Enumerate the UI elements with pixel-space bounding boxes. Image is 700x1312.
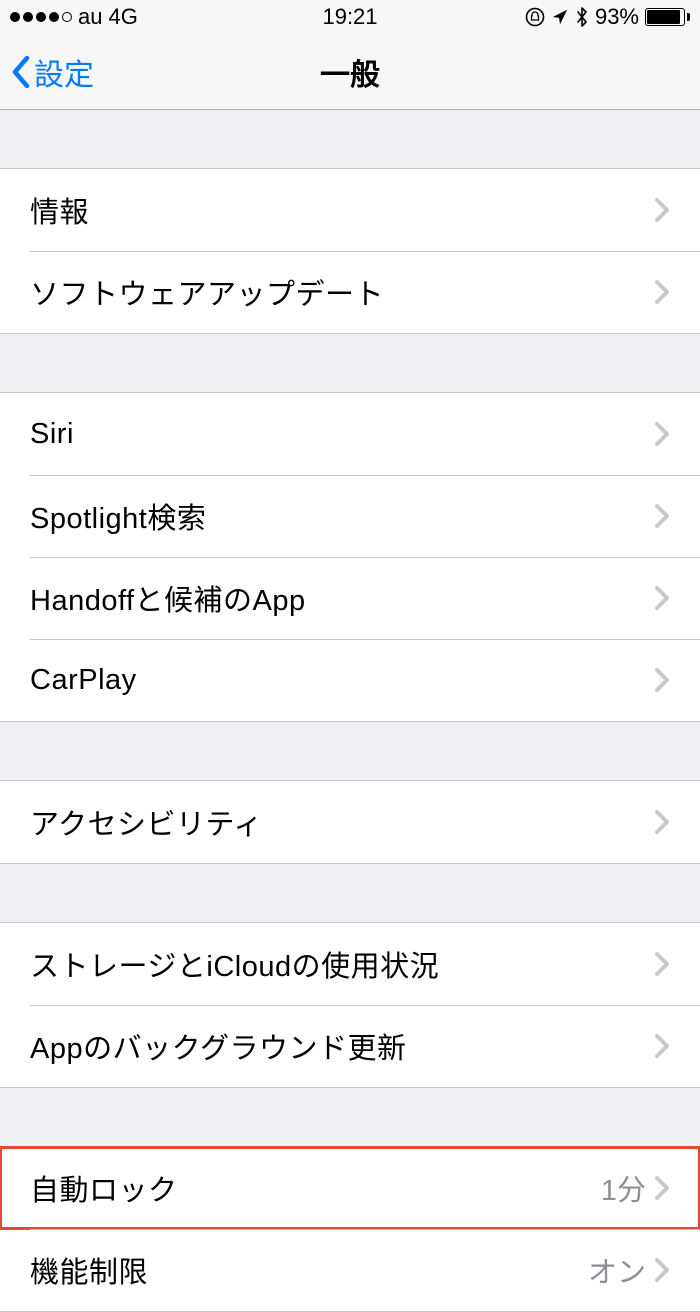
row-label: アクセシビリティ [30,801,654,843]
settings-row[interactable]: Appのバックグラウンド更新 [0,1005,700,1087]
settings-row[interactable]: ストレージとiCloudの使用状況 [0,923,700,1005]
chevron-right-icon [654,950,670,978]
carrier-label: au [78,4,102,30]
section-gap [0,722,700,780]
network-label: 4G [108,4,137,30]
section-gap [0,334,700,392]
settings-row[interactable]: ソフトウェアアップデート [0,251,700,333]
row-label: 機能制限 [30,1249,588,1291]
chevron-right-icon [654,1174,670,1202]
settings-row[interactable]: アクセシビリティ [0,781,700,863]
status-left: au 4G [10,4,138,30]
row-label: Appのバックグラウンド更新 [30,1025,654,1067]
section-gap [0,864,700,922]
section-gap [0,1088,700,1146]
chevron-right-icon [654,502,670,530]
settings-group: アクセシビリティ [0,780,700,864]
chevron-right-icon [654,1032,670,1060]
signal-strength-icon [10,12,72,22]
orientation-lock-icon [525,7,545,27]
settings-row[interactable]: Handoffと候補のApp [0,557,700,639]
chevron-right-icon [654,808,670,836]
settings-row[interactable]: Siri [0,393,700,475]
nav-bar: 設定 一般 [0,34,700,110]
row-label: Spotlight検索 [30,495,654,537]
row-label: ストレージとiCloudの使用状況 [30,943,654,985]
row-value: オン [588,1249,646,1291]
settings-row[interactable]: CarPlay [0,639,700,721]
status-right: 93% [525,4,690,30]
chevron-right-icon [654,1256,670,1284]
battery-percent: 93% [595,4,639,30]
row-label: 情報 [30,189,654,231]
settings-row[interactable]: Spotlight検索 [0,475,700,557]
chevron-right-icon [654,278,670,306]
settings-group: ストレージとiCloudの使用状況 Appのバックグラウンド更新 [0,922,700,1088]
chevron-right-icon [654,666,670,694]
back-label: 設定 [34,50,94,94]
chevron-left-icon [10,54,32,90]
clock: 19:21 [322,4,377,30]
row-label: 自動ロック [30,1167,601,1209]
row-label: ソフトウェアアップデート [30,271,654,313]
settings-group: 情報ソフトウェアアップデート [0,168,700,334]
chevron-right-icon [654,196,670,224]
row-label: Siri [30,418,654,451]
section-gap [0,110,700,168]
battery-icon [645,8,690,26]
chevron-right-icon [654,420,670,448]
location-icon [551,8,569,26]
page-title: 一般 [320,50,380,94]
bluetooth-icon [575,6,589,28]
settings-group: 自動ロック1分機能制限オン [0,1146,700,1312]
back-button[interactable]: 設定 [0,50,94,94]
settings-row[interactable]: 自動ロック1分 [0,1147,700,1229]
chevron-right-icon [654,584,670,612]
settings-row[interactable]: 機能制限オン [0,1229,700,1311]
row-label: Handoffと候補のApp [30,577,654,619]
status-bar: au 4G 19:21 93% [0,0,700,34]
settings-row[interactable]: 情報 [0,169,700,251]
settings-list: 情報ソフトウェアアップデート Siri Spotlight検索 Handoffと候補の… [0,110,700,1312]
row-value: 1分 [601,1167,646,1209]
row-label: CarPlay [30,664,654,697]
settings-group: Siri Spotlight検索 Handoffと候補のApp CarPlay [0,392,700,722]
